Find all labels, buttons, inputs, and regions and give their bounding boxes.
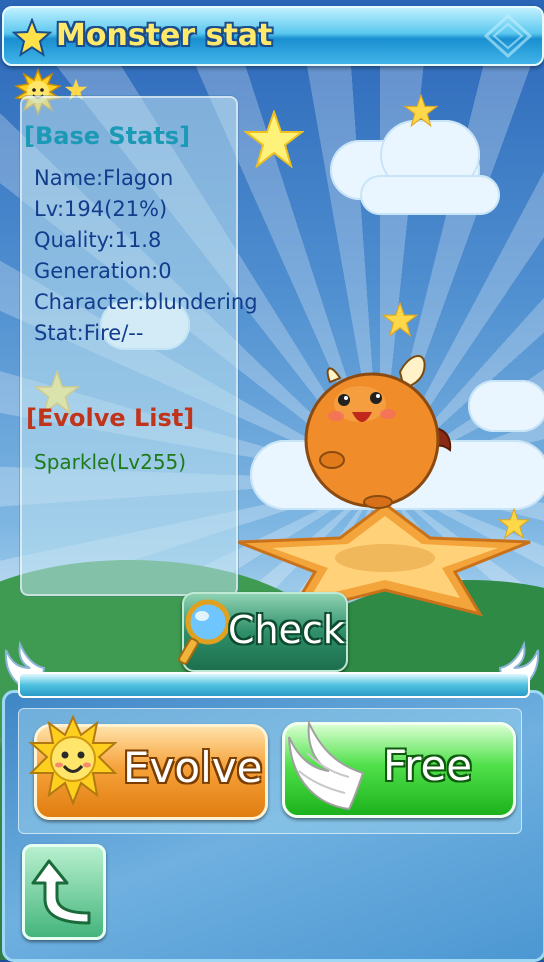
stat-character: Character:blundering bbox=[34, 290, 258, 314]
page-title: Monster stat bbox=[56, 18, 273, 53]
sun-crown-icon bbox=[28, 714, 118, 806]
stat-generation: Generation:0 bbox=[34, 259, 172, 283]
evolve-list-item: Sparkle(Lv255) bbox=[34, 450, 187, 474]
cloud bbox=[468, 380, 544, 432]
check-button[interactable]: Check bbox=[178, 592, 348, 672]
stat-quality: Quality:11.8 bbox=[34, 228, 162, 252]
free-button[interactable]: Free bbox=[282, 719, 516, 818]
star-decoration bbox=[244, 110, 304, 169]
wing-icon bbox=[288, 719, 365, 811]
stat-level: Lv:194(21%) bbox=[34, 197, 168, 221]
evolve-button[interactable]: Evolve bbox=[28, 714, 268, 820]
star-decoration bbox=[382, 302, 418, 338]
monster-flagon[interactable] bbox=[300, 342, 460, 512]
stat-name: Name:Flagon bbox=[34, 166, 174, 190]
title-bar: Monster stat bbox=[2, 6, 544, 66]
base-stats-heading: [Base Stats] bbox=[24, 122, 191, 150]
star-icon bbox=[12, 18, 52, 57]
free-button-label: Free bbox=[383, 741, 473, 790]
stat-element: Stat:Fire/-- bbox=[34, 321, 144, 345]
check-button-label: Check bbox=[228, 608, 345, 652]
panel-divider bbox=[18, 672, 530, 698]
evolve-button-label: Evolve bbox=[123, 743, 263, 792]
diamond-decoration-icon bbox=[484, 14, 532, 58]
evolve-list-heading: [Evolve List] bbox=[26, 404, 195, 432]
cloud bbox=[360, 175, 500, 215]
back-button[interactable] bbox=[22, 844, 106, 940]
back-arrow-icon bbox=[31, 859, 91, 925]
star-decoration bbox=[404, 94, 438, 128]
magnifier-icon bbox=[178, 599, 231, 665]
